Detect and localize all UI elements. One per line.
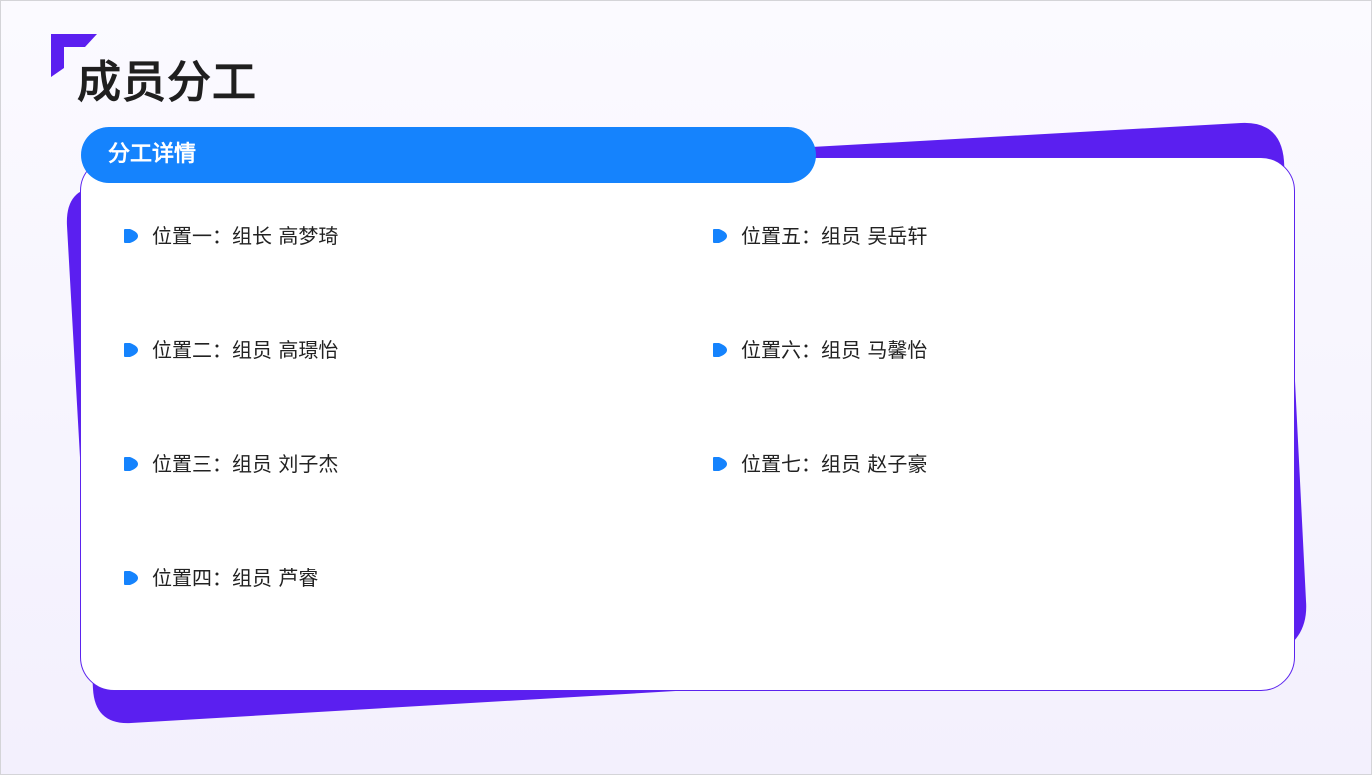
- member-item: 位置五：组员 吴岳轩: [712, 221, 927, 251]
- bullet-play-icon: [124, 343, 138, 357]
- member-item: 位置七：组员 赵子豪: [712, 449, 927, 479]
- bullet-play-icon: [124, 571, 138, 585]
- member-item: 位置三：组员 刘子杰: [123, 449, 338, 479]
- bullet-play-icon: [124, 229, 138, 243]
- member-item: 位置六：组员 马馨怡: [712, 335, 927, 365]
- member-item: 位置二：组员 高璟怡: [123, 335, 338, 365]
- member-text: 位置七：组员 赵子豪: [741, 452, 928, 476]
- member-text: 位置三：组员 刘子杰: [152, 452, 339, 476]
- member-item: 位置四：组员 芦睿: [123, 563, 318, 593]
- member-item: 位置一：组长 高梦琦: [123, 221, 338, 251]
- bullet-play-icon: [713, 343, 727, 357]
- member-text: 位置五：组员 吴岳轩: [741, 224, 928, 248]
- page-title: 成员分工: [77, 57, 257, 108]
- bullet-play-icon: [713, 229, 727, 243]
- bullet-play-icon: [124, 457, 138, 471]
- member-text: 位置六：组员 马馨怡: [741, 338, 928, 362]
- bullet-play-icon: [713, 457, 727, 471]
- member-text: 位置一：组长 高梦琦: [152, 224, 339, 248]
- member-text: 位置二：组员 高璟怡: [152, 338, 339, 362]
- slide: 成员分工 分工详情 位置一：组长 高梦琦 位置二：组员 高璟怡 位置三：组员 刘…: [0, 0, 1372, 775]
- member-text: 位置四：组员 芦睿: [152, 566, 319, 590]
- section-tab: 分工详情: [81, 127, 816, 183]
